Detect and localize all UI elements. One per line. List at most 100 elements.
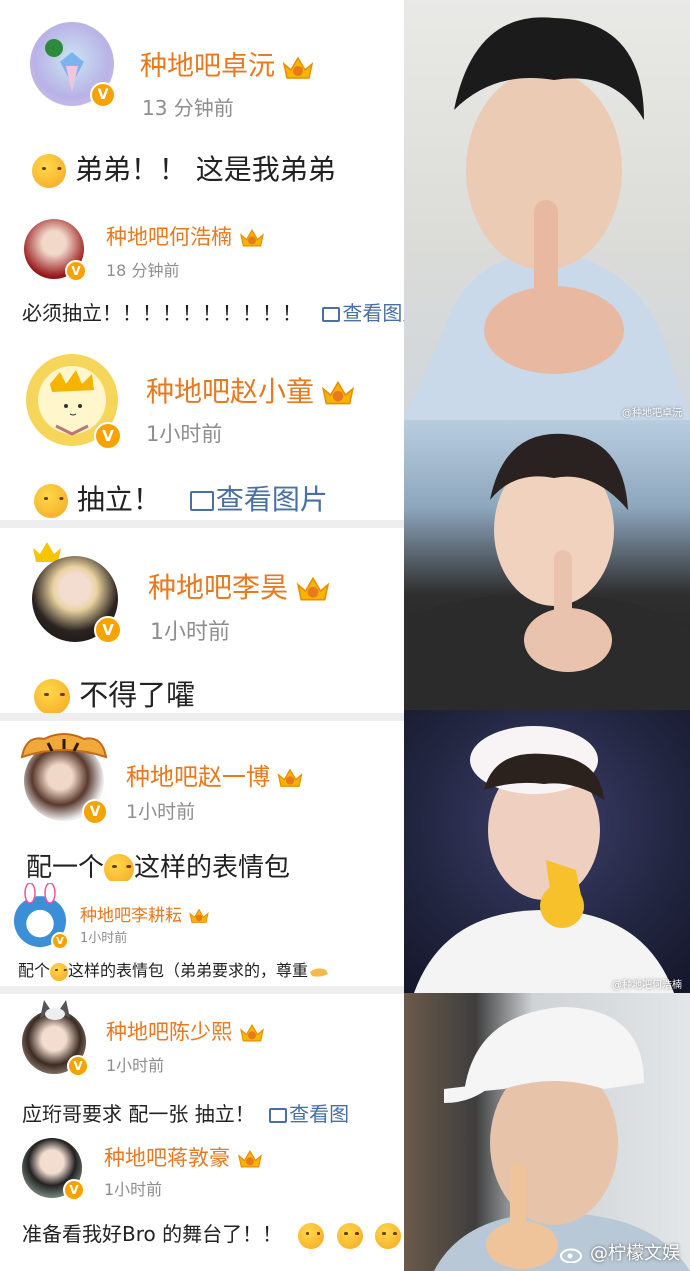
crown-icon xyxy=(321,380,355,405)
timestamp: 18 分钟前 xyxy=(106,261,180,280)
photo-4[interactable]: @柠檬文娱 xyxy=(404,993,690,1271)
comment-text: 必须抽立！！！！！！！！！！ 查看图片 xyxy=(22,297,422,326)
comments-column: V 种地吧卓沅 13 分钟前 弟弟！！ 这是我弟弟 V 种地吧何浩楠 18 分钟… xyxy=(0,0,422,1271)
shushing-face-icon xyxy=(32,154,66,188)
author-name[interactable]: 种地吧李昊 xyxy=(148,566,332,606)
author-name-text: 种地吧赵一博 xyxy=(126,763,270,791)
verified-badge-icon: V xyxy=(94,616,122,644)
verified-badge-icon: V xyxy=(94,422,122,450)
author-name-text: 种地吧蒋敦豪 xyxy=(104,1146,230,1170)
shushing-face-icon xyxy=(50,962,69,981)
avatar[interactable]: V xyxy=(22,1000,89,1077)
shushing-face-icon xyxy=(375,1222,402,1249)
author-name-text: 种地吧陈少熙 xyxy=(106,1020,232,1044)
rabbit-ears-icon xyxy=(24,883,56,903)
avatar[interactable]: V xyxy=(32,556,122,644)
crown-icon xyxy=(240,1023,264,1042)
crown-icon xyxy=(189,908,209,923)
avatar[interactable]: V xyxy=(14,883,69,950)
avatar[interactable]: V xyxy=(24,219,87,282)
comment-text-value: 准备看我好Bro 的舞台了！！ xyxy=(22,1222,283,1246)
comment-text-part: 这样的表情包（弟弟要求的，尊重 xyxy=(68,961,309,980)
timestamp: 1小时前 xyxy=(104,1180,163,1199)
comment-text-value: 应珩哥要求 配一张 抽立！ xyxy=(22,1102,255,1126)
timestamp: 1小时前 xyxy=(126,801,196,823)
footer-watermark-text: @柠檬文娱 xyxy=(590,1243,680,1264)
verified-badge-icon: V xyxy=(82,799,108,825)
timestamp: 1小时前 xyxy=(146,422,223,446)
timestamp: 1小时前 xyxy=(106,1056,165,1075)
image-icon xyxy=(189,491,214,511)
photo-watermark: @种地吧何浩楠 xyxy=(612,980,682,991)
crown-icon xyxy=(238,1149,262,1168)
verified-badge-icon: V xyxy=(90,82,116,108)
comment-text-part: 配个 xyxy=(18,961,51,980)
person-shush-photo xyxy=(434,1007,690,1271)
post-body: 弟弟！！ 这是我弟弟 xyxy=(0,132,404,192)
author-name[interactable]: 种地吧卓沅 xyxy=(140,44,315,83)
tiger-ears-icon xyxy=(20,733,108,759)
post-card: V 种地吧李耕耘 1小时前 配个 这样的表情包（弟弟要求的，尊重 xyxy=(0,881,404,986)
photo-column: @种地吧卓沅 @种地吧何浩楠 @柠檬文娱 xyxy=(404,0,690,1271)
comment-text: 配个 这样的表情包（弟弟要求的，尊重 xyxy=(18,957,330,981)
comment-text-value: 抽立！ xyxy=(76,483,161,516)
comment-text-value: 弟弟！！ 这是我弟弟 xyxy=(74,153,336,186)
author-name[interactable]: 种地吧何浩楠 xyxy=(106,221,266,251)
author-name[interactable]: 种地吧赵一博 xyxy=(126,757,304,792)
photo-watermark: @种地吧卓沅 xyxy=(622,408,682,419)
view-image-label: 查看图 xyxy=(289,1102,350,1126)
photo-2[interactable] xyxy=(404,420,690,710)
timestamp: 1小时前 xyxy=(80,931,128,946)
author-name[interactable]: 种地吧赵小童 xyxy=(146,370,356,410)
photo-1[interactable]: @种地吧卓沅 xyxy=(404,0,690,420)
post-card: V 种地吧何浩楠 18 分钟前 必须抽立！！！！！！！！！！ 查看图片 xyxy=(0,205,422,335)
author-name[interactable]: 种地吧陈少熙 xyxy=(106,1016,266,1046)
image-icon xyxy=(269,1108,288,1123)
view-image-link[interactable]: 查看图片 xyxy=(189,483,328,516)
comment-text: 应珩哥要求 配一张 抽立！ 查看图 xyxy=(22,1098,349,1127)
author-name-text: 种地吧赵小童 xyxy=(146,375,315,408)
comment-text: 准备看我好Bro 的舞台了！！ xyxy=(22,1218,402,1249)
image-icon xyxy=(322,307,341,322)
comment-text: 弟弟！！ 这是我弟弟 xyxy=(32,148,336,188)
avatar[interactable]: V xyxy=(30,22,116,108)
view-image-label: 查看图片 xyxy=(215,483,328,516)
comment-text: 抽立！ 查看图片 xyxy=(34,478,328,518)
avatar[interactable]: V xyxy=(26,354,122,450)
post-card: V 种地吧陈少熙 1小时前 应珩哥要求 配一张 抽立！ 查看图 xyxy=(0,994,404,1132)
comment-text-value: 不得了嚯 xyxy=(79,678,196,712)
author-name-text: 种地吧何浩楠 xyxy=(106,225,232,249)
author-name-text: 种地吧李耕耘 xyxy=(80,906,182,926)
photo-3[interactable]: @种地吧何浩楠 xyxy=(404,710,690,993)
crown-icon xyxy=(240,228,264,247)
timestamp: 13 分钟前 xyxy=(142,96,234,120)
crown-icon xyxy=(277,768,303,787)
shushing-face-icon xyxy=(104,853,135,884)
author-name-text: 种地吧卓沅 xyxy=(140,51,275,82)
comment-text: 配一个 这样的表情包 xyxy=(26,847,290,884)
avatar[interactable]: V xyxy=(22,1138,85,1201)
comment-text-part: 这样的表情包 xyxy=(134,853,291,883)
comment-text: 不得了嚯 xyxy=(34,672,195,715)
verified-badge-icon: V xyxy=(51,932,69,950)
dog-ears-icon xyxy=(40,1000,70,1020)
author-name[interactable]: 种地吧蒋敦豪 xyxy=(104,1142,264,1172)
shushing-face-icon xyxy=(336,1222,363,1249)
person-shush-photo xyxy=(404,17,690,420)
post-card: V 种地吧卓沅 13 分钟前 xyxy=(0,0,404,132)
divider xyxy=(0,520,404,528)
weibo-icon xyxy=(560,1248,583,1264)
person-shush-photo xyxy=(414,726,674,993)
footer-watermark: @柠檬文娱 xyxy=(560,1239,680,1265)
comment-text-part: 配一个 xyxy=(26,853,105,883)
avatar[interactable]: V xyxy=(20,733,108,825)
author-name[interactable]: 种地吧李耕耘 xyxy=(80,901,210,926)
verified-badge-icon: V xyxy=(67,1055,89,1077)
verified-badge-icon: V xyxy=(65,260,87,282)
shushing-face-icon xyxy=(298,1222,325,1249)
post-card: V 种地吧蒋敦豪 1小时前 准备看我好Bro 的舞台了！！ xyxy=(0,1132,404,1271)
author-name-text: 种地吧李昊 xyxy=(148,571,289,604)
verified-badge-icon: V xyxy=(63,1179,85,1201)
crown-icon xyxy=(282,56,314,79)
view-image-link[interactable]: 查看图 xyxy=(269,1102,349,1126)
